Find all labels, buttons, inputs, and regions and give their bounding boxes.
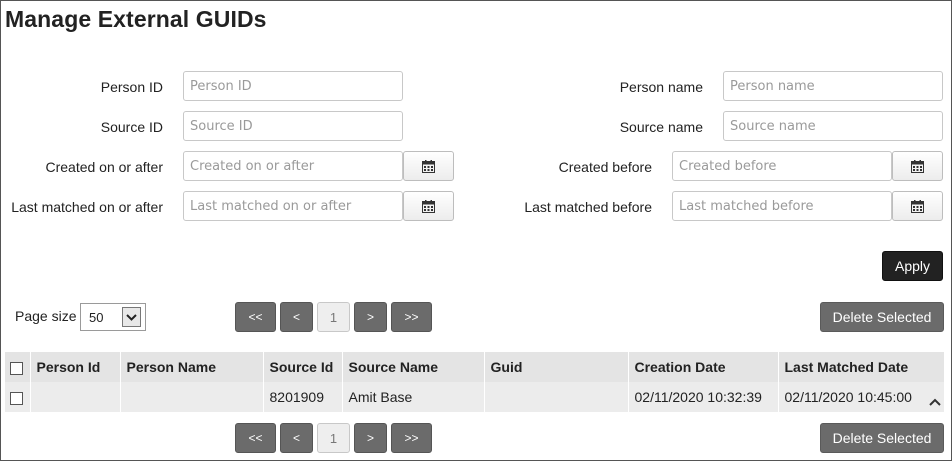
column-header-person-name[interactable]: Person Name [120, 352, 264, 382]
scroll-up-chevron-icon[interactable] [929, 395, 941, 409]
table-row[interactable]: 8201909 Amit Base 02/11/2020 10:32:39 02… [5, 382, 945, 412]
chevron-down-icon [122, 307, 141, 327]
page-title: Manage External GUIDs [5, 6, 267, 32]
last-page-button[interactable]: >> [391, 302, 432, 332]
external-guids-table: Person Id Person Name Source Id Source N… [5, 352, 945, 412]
last-page-button-bottom[interactable]: >> [391, 423, 432, 453]
source-name-label: Source name [619, 119, 703, 135]
table-header-row: Person Id Person Name Source Id Source N… [5, 352, 945, 382]
source-id-label: Source ID [100, 119, 163, 135]
delete-selected-button[interactable]: Delete Selected [820, 302, 944, 332]
person-name-input[interactable] [723, 71, 943, 101]
calendar-icon [911, 159, 924, 173]
created-after-input[interactable] [183, 151, 403, 181]
created-before-label: Created before [558, 159, 652, 175]
matched-before-input[interactable] [672, 191, 892, 221]
person-name-label: Person name [619, 79, 703, 95]
created-after-label: Created on or after [45, 159, 163, 175]
source-name-input[interactable] [723, 111, 943, 141]
cell-source-id: 8201909 [263, 382, 343, 412]
cell-last-matched-date: 02/11/2020 10:45:00 [778, 382, 945, 412]
page-size-select[interactable]: 50 [80, 303, 146, 331]
calendar-icon [422, 199, 435, 213]
created-after-calendar-button[interactable] [403, 151, 454, 181]
first-page-button-bottom[interactable]: << [235, 423, 276, 453]
cell-source-name: Amit Base [342, 382, 485, 412]
matched-after-label: Last matched on or after [11, 199, 163, 215]
current-page: 1 [317, 302, 350, 332]
prev-page-button[interactable]: < [280, 302, 313, 332]
column-header-source-id[interactable]: Source Id [263, 352, 343, 382]
source-id-input[interactable] [183, 111, 403, 141]
page-size-label: Page size [15, 308, 77, 324]
cell-guid [484, 382, 629, 412]
delete-selected-button-bottom[interactable]: Delete Selected [820, 423, 944, 453]
matched-before-calendar-button[interactable] [892, 191, 943, 221]
current-page-bottom: 1 [317, 423, 350, 453]
cell-person-name [120, 382, 264, 412]
calendar-icon [911, 199, 924, 213]
matched-before-label: Last matched before [524, 199, 652, 215]
matched-after-calendar-button[interactable] [403, 191, 454, 221]
created-before-input[interactable] [672, 151, 892, 181]
person-id-label: Person ID [100, 79, 163, 95]
row-checkbox[interactable] [10, 391, 23, 405]
calendar-icon [422, 159, 435, 173]
person-id-input[interactable] [183, 71, 403, 101]
prev-page-button-bottom[interactable]: < [280, 423, 313, 453]
created-before-calendar-button[interactable] [892, 151, 943, 181]
first-page-button[interactable]: << [235, 302, 276, 332]
next-page-button-bottom[interactable]: > [354, 423, 387, 453]
column-header-source-name[interactable]: Source Name [342, 352, 485, 382]
column-header-guid[interactable]: Guid [484, 352, 629, 382]
matched-after-input[interactable] [183, 191, 403, 221]
column-header-creation-date[interactable]: Creation Date [628, 352, 779, 382]
page-size-value: 50 [89, 309, 104, 325]
column-header-last-matched-date[interactable]: Last Matched Date [778, 352, 945, 382]
select-all-header [5, 352, 31, 382]
row-select-cell [5, 382, 31, 412]
apply-button[interactable]: Apply [882, 251, 943, 281]
cell-creation-date: 02/11/2020 10:32:39 [628, 382, 779, 412]
column-header-person-id[interactable]: Person Id [30, 352, 121, 382]
select-all-checkbox[interactable] [10, 361, 23, 375]
cell-person-id [30, 382, 121, 412]
next-page-button[interactable]: > [354, 302, 387, 332]
